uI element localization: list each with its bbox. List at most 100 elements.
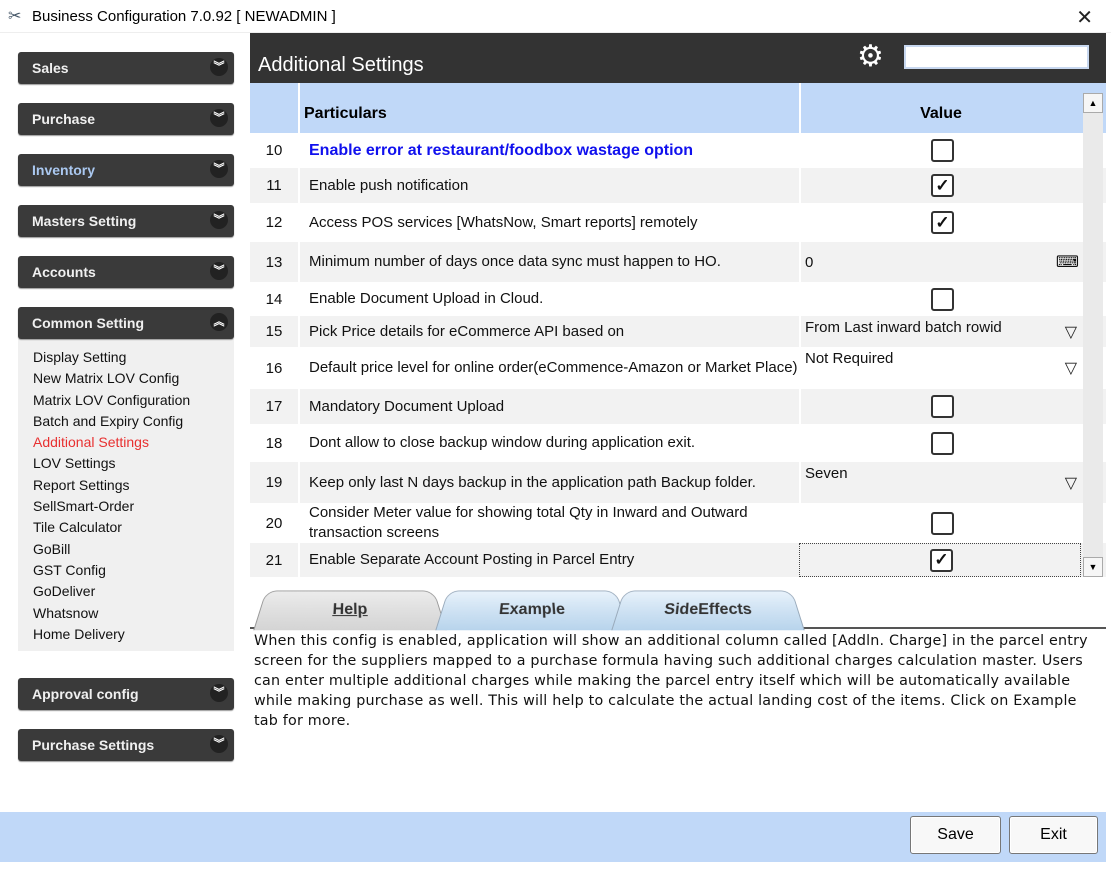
row-particulars: Mandatory Document Upload xyxy=(298,389,799,424)
select-value[interactable]: Seven xyxy=(805,462,848,482)
keyboard-icon[interactable]: ⌨ xyxy=(1056,252,1079,272)
row-value[interactable] xyxy=(799,424,1081,462)
chevron-up-icon[interactable]: ︽ xyxy=(210,313,228,331)
sidebar-item[interactable]: Home Delivery xyxy=(33,624,234,645)
checkbox-checked[interactable]: ✓ xyxy=(930,548,953,572)
sidebar-item[interactable]: Display Setting xyxy=(33,347,234,368)
chevron-down-icon[interactable]: ︾ xyxy=(210,211,228,229)
table-row[interactable]: 13 Minimum number of days once data sync … xyxy=(250,242,1106,282)
checkbox-checked[interactable]: ✓ xyxy=(931,174,954,197)
sidebar-item[interactable]: Report Settings xyxy=(33,475,234,496)
table-row[interactable]: 17 Mandatory Document Upload xyxy=(250,389,1106,424)
table-row[interactable]: 12 Access POS services [WhatsNow, Smart r… xyxy=(250,203,1106,242)
row-value[interactable]: Seven ▽ xyxy=(799,462,1081,503)
table-row[interactable]: 19 Keep only last N days backup in the ap… xyxy=(250,462,1106,503)
row-particulars: Pick Price details for eCommerce API bas… xyxy=(298,316,799,347)
sidebar-item[interactable]: New Matrix LOV Config xyxy=(33,368,234,389)
row-value[interactable] xyxy=(799,503,1081,543)
sidebar-group-accounts[interactable]: Accounts ︾ xyxy=(18,256,234,288)
gear-icon[interactable]: ⚙ xyxy=(857,39,884,74)
table-row[interactable]: 11 Enable push notification ✓ xyxy=(250,168,1106,203)
search-input[interactable] xyxy=(904,45,1089,69)
save-button[interactable]: Save xyxy=(910,816,1001,854)
group-label: Accounts xyxy=(32,264,96,280)
tab-example[interactable]: Example xyxy=(435,590,629,631)
group-label: Common Setting xyxy=(32,315,144,331)
table-row[interactable]: 16 Default price level for online order(e… xyxy=(250,347,1106,389)
row-value[interactable]: ✓ xyxy=(799,543,1081,577)
sidebar-group-purchase-settings[interactable]: Purchase Settings ︾ xyxy=(18,729,234,762)
main-panel: Additional Settings ⚙ Particulars Value … xyxy=(250,33,1106,729)
row-number: 18 xyxy=(265,434,283,452)
close-icon[interactable]: ✕ xyxy=(1076,5,1093,30)
table-row[interactable]: 20 Consider Meter value for showing total… xyxy=(250,503,1106,543)
row-value[interactable]: 0 ⌨ xyxy=(799,242,1081,282)
row-value[interactable] xyxy=(799,133,1081,168)
table-row[interactable]: 10 Enable error at restaurant/foodbox was… xyxy=(250,133,1106,168)
window-title: Business Configuration 7.0.92 [ NEWADMIN… xyxy=(32,7,336,25)
table-row[interactable]: 21 Enable Separate Account Posting in Par… xyxy=(250,543,1106,577)
table-row[interactable]: 14 Enable Document Upload in Cloud. xyxy=(250,282,1106,316)
tab-label: Help xyxy=(332,600,368,618)
checkbox-unchecked[interactable] xyxy=(931,287,954,311)
row-particulars: Enable Document Upload in Cloud. xyxy=(298,282,799,316)
row-number: 21 xyxy=(265,551,283,569)
chevron-down-icon[interactable]: ︾ xyxy=(210,160,228,178)
row-particulars: Enable push notification xyxy=(298,168,799,203)
chevron-down-icon[interactable]: ︾ xyxy=(210,109,228,127)
sidebar-group-approval-config[interactable]: Approval config ︾ xyxy=(18,678,234,711)
sidebar-group-purchase[interactable]: Purchase ︾ xyxy=(18,103,234,135)
table-row[interactable]: 15 Pick Price details for eCommerce API b… xyxy=(250,316,1106,347)
sidebar-item[interactable]: Matrix LOV Configuration xyxy=(33,390,234,411)
row-value[interactable]: Not Required ▽ xyxy=(799,347,1081,389)
sidebar-item[interactable]: Tile Calculator xyxy=(33,517,234,538)
sidebar-group-inventory[interactable]: Inventory ︾ xyxy=(18,154,234,186)
row-value[interactable] xyxy=(799,389,1081,424)
tab-help[interactable]: Help xyxy=(253,590,447,631)
chevron-down-icon[interactable]: ︾ xyxy=(210,58,228,76)
row-value[interactable]: ✓ xyxy=(799,203,1081,242)
checkbox-unchecked[interactable] xyxy=(931,431,954,455)
chevron-down-icon[interactable]: ︾ xyxy=(210,684,228,703)
checkbox-unchecked[interactable] xyxy=(931,139,954,162)
row-particulars: Dont allow to close backup window during… xyxy=(298,424,799,462)
vertical-scrollbar[interactable]: ▲ ▼ xyxy=(1083,93,1103,577)
row-value[interactable]: ✓ xyxy=(799,168,1081,203)
group-label: Inventory xyxy=(32,162,96,178)
sidebar-item[interactable]: GST Config xyxy=(33,560,234,581)
dropdown-triangle-icon[interactable]: ▽ xyxy=(1065,322,1077,342)
scroll-up-button[interactable]: ▲ xyxy=(1083,93,1103,113)
row-particulars: Access POS services [WhatsNow, Smart rep… xyxy=(298,203,799,242)
dropdown-triangle-icon[interactable]: ▽ xyxy=(1065,473,1077,493)
sidebar-item[interactable]: Additional Settings xyxy=(33,432,234,453)
checkbox-checked[interactable]: ✓ xyxy=(931,211,954,234)
sidebar-item[interactable]: Whatsnow xyxy=(33,603,234,624)
row-value[interactable]: From Last inward batch rowid ▽ xyxy=(799,316,1081,347)
sidebar-item[interactable]: Batch and Expiry Config xyxy=(33,411,234,432)
col-particulars: Particulars xyxy=(298,83,799,133)
dropdown-triangle-icon[interactable]: ▽ xyxy=(1065,358,1077,378)
sidebar-item[interactable]: GoDeliver xyxy=(33,581,234,602)
checkbox-unchecked[interactable] xyxy=(931,511,954,535)
select-value[interactable]: Not Required xyxy=(805,347,893,367)
checkbox-unchecked[interactable] xyxy=(931,395,954,418)
sidebar-item[interactable]: GoBill xyxy=(33,539,234,560)
select-value[interactable]: From Last inward batch rowid xyxy=(805,316,1002,336)
group-label: Sales xyxy=(32,60,69,76)
tab-sideeffects[interactable]: SideEffects xyxy=(611,590,805,631)
col-num xyxy=(250,83,298,133)
table-row[interactable]: 18 Dont allow to close backup window duri… xyxy=(250,424,1106,462)
row-value[interactable] xyxy=(799,282,1081,316)
sidebar-group-sales[interactable]: Sales ︾ xyxy=(18,52,234,84)
sidebar-group-masters-setting[interactable]: Masters Setting ︾ xyxy=(18,205,234,237)
scroll-down-button[interactable]: ▼ xyxy=(1083,557,1103,577)
text-value[interactable]: 0 xyxy=(805,254,813,271)
chevron-down-icon[interactable]: ︾ xyxy=(210,262,228,280)
sidebar-group-common-setting[interactable]: Common Setting ︽ xyxy=(18,307,234,339)
tab-label: Example xyxy=(498,600,566,618)
sidebar-item[interactable]: SellSmart-Order xyxy=(33,496,234,517)
chevron-down-icon[interactable]: ︾ xyxy=(210,735,228,754)
exit-button[interactable]: Exit xyxy=(1009,816,1098,854)
sidebar-item[interactable]: LOV Settings xyxy=(33,453,234,474)
sidebar: Sales ︾ Purchase ︾ Inventory ︾ Masters Setting… xyxy=(18,52,234,780)
